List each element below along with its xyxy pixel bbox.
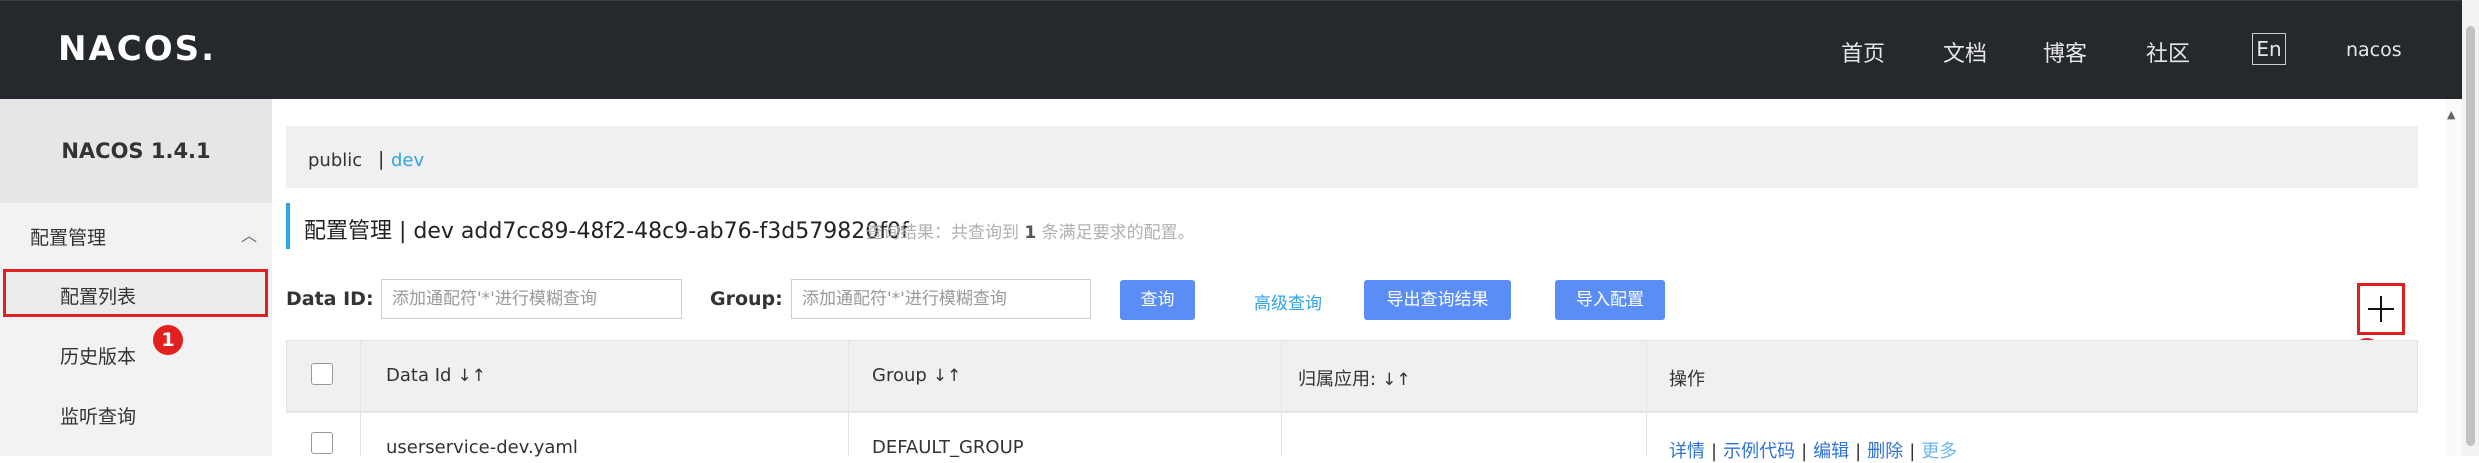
nav-home[interactable]: 首页 bbox=[1841, 36, 1885, 68]
nacos-logo[interactable]: NACOS. bbox=[58, 29, 216, 69]
query-button[interactable]: 查询 bbox=[1120, 280, 1195, 320]
language-toggle-button[interactable]: En bbox=[2252, 33, 2286, 65]
user-name[interactable]: nacos bbox=[2346, 39, 2402, 61]
cell-actions: 详情 | 示例代码 | 编辑 | 删除 | 更多 bbox=[1669, 437, 1957, 463]
import-config-button[interactable]: 导入配置 bbox=[1555, 280, 1665, 320]
group-label: Group: bbox=[710, 288, 783, 310]
plus-icon-vertical bbox=[2380, 296, 2382, 322]
chevron-up-icon[interactable]: ︿ bbox=[241, 222, 257, 246]
separator: | bbox=[1855, 441, 1862, 462]
column-divider bbox=[360, 340, 361, 456]
more-link[interactable]: 更多 bbox=[1921, 441, 1957, 462]
cell-group: DEFAULT_GROUP bbox=[872, 437, 1024, 458]
column-header-label: 归属应用: bbox=[1298, 369, 1377, 390]
nav-community[interactable]: 社区 bbox=[2146, 36, 2190, 68]
sidebar-item-config-list[interactable]: 配置列表 bbox=[60, 282, 136, 309]
cell-data-id: userservice-dev.yaml bbox=[386, 437, 578, 458]
column-divider bbox=[1646, 340, 1647, 456]
namespace-public[interactable]: public bbox=[308, 150, 362, 171]
column-divider bbox=[1281, 340, 1282, 456]
details-link[interactable]: 详情 bbox=[1669, 441, 1705, 462]
column-header-label: Group bbox=[872, 365, 927, 386]
column-header-group[interactable]: Group ↓↑ bbox=[872, 365, 961, 386]
scroll-up-arrow-icon[interactable]: ▲ bbox=[2447, 108, 2455, 121]
column-header-app[interactable]: 归属应用: ↓↑ bbox=[1298, 365, 1411, 391]
page-title: 配置管理 | dev add7cc89-48f2-48c9-ab76-f3d57… bbox=[304, 219, 909, 244]
namespace-separator: | bbox=[378, 148, 385, 170]
nav-docs[interactable]: 文档 bbox=[1943, 36, 1987, 68]
annotation-marker-1: 1 bbox=[153, 325, 183, 355]
query-result-summary: 查询结果：共查询到 1 条满足要求的配置。 bbox=[866, 218, 1195, 243]
export-results-button[interactable]: 导出查询结果 bbox=[1364, 280, 1511, 320]
sample-code-link[interactable]: 示例代码 bbox=[1723, 441, 1795, 462]
content-scrollbar[interactable] bbox=[2446, 99, 2462, 456]
separator: | bbox=[1909, 441, 1916, 462]
data-id-input[interactable] bbox=[381, 279, 682, 319]
sort-icon[interactable]: ↓↑ bbox=[1382, 370, 1411, 390]
delete-link[interactable]: 删除 bbox=[1867, 441, 1903, 462]
row-checkbox[interactable] bbox=[311, 432, 333, 454]
version-label: NACOS 1.4.1 bbox=[0, 99, 272, 203]
title-accent-bar bbox=[286, 203, 290, 249]
result-suffix: 条满足要求的配置。 bbox=[1041, 223, 1195, 243]
select-all-checkbox[interactable] bbox=[311, 363, 333, 385]
column-divider bbox=[848, 340, 849, 456]
group-input[interactable] bbox=[791, 279, 1091, 319]
column-header-data-id[interactable]: Data Id ↓↑ bbox=[386, 365, 486, 386]
result-count: 1 bbox=[1024, 223, 1037, 243]
sidebar-item-listener-query[interactable]: 监听查询 bbox=[60, 402, 136, 429]
advanced-query-link[interactable]: 高级查询 bbox=[1254, 289, 1322, 314]
sidebar-group-config-management[interactable]: 配置管理 bbox=[30, 223, 106, 250]
row-divider bbox=[286, 412, 2418, 413]
nav-blog[interactable]: 博客 bbox=[2043, 36, 2087, 68]
edit-link[interactable]: 编辑 bbox=[1813, 441, 1849, 462]
sidebar: NACOS 1.4.1 配置管理 ︿ 配置列表 历史版本 监听查询 1 bbox=[0, 99, 272, 456]
sort-icon[interactable]: ↓↑ bbox=[933, 366, 962, 386]
data-id-label: Data ID: bbox=[286, 288, 374, 310]
sidebar-item-history[interactable]: 历史版本 bbox=[60, 342, 136, 369]
column-header-actions: 操作 bbox=[1669, 369, 1705, 390]
add-config-button[interactable] bbox=[2357, 283, 2405, 335]
namespace-bar bbox=[286, 126, 2418, 188]
separator: | bbox=[1711, 441, 1718, 462]
namespace-dev[interactable]: dev bbox=[391, 150, 424, 171]
page-scrollbar-thumb[interactable] bbox=[2466, 26, 2475, 446]
column-header-label: Data Id bbox=[386, 365, 452, 386]
sort-icon[interactable]: ↓↑ bbox=[457, 366, 486, 386]
top-navbar: NACOS. 首页 文档 博客 社区 En nacos bbox=[0, 0, 2479, 99]
separator: | bbox=[1801, 441, 1808, 462]
result-prefix: 查询结果：共查询到 bbox=[866, 223, 1019, 243]
